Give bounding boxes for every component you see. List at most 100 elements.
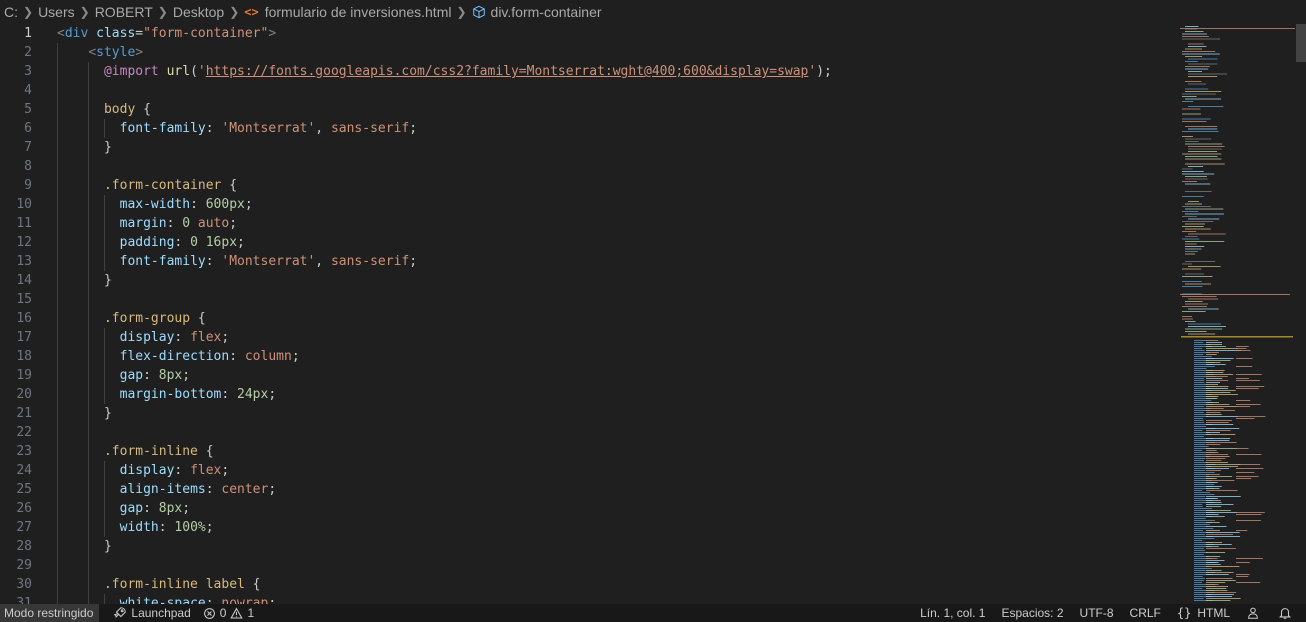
minimap[interactable]	[1176, 24, 1296, 604]
code-line[interactable]: width: 100%;	[57, 518, 214, 537]
breadcrumb-file[interactable]: formulario de inversiones.html	[265, 4, 452, 20]
minimap-line	[1206, 596, 1232, 597]
language-mode-item[interactable]: {} HTML	[1169, 604, 1238, 622]
code-line[interactable]: .form-container {	[57, 176, 237, 195]
code-line[interactable]: flex-direction: column;	[57, 347, 300, 366]
person-feedback-icon	[1248, 607, 1258, 619]
eol-item[interactable]: CRLF	[1122, 604, 1169, 622]
code-token: center	[221, 482, 269, 497]
minimap-line	[1185, 203, 1202, 205]
minimap-line	[1206, 340, 1219, 341]
minimap-line	[1182, 53, 1220, 55]
code-token: .form-container	[103, 178, 222, 193]
code-line[interactable]: }	[57, 404, 112, 423]
minimap-line	[1236, 348, 1247, 349]
code-line[interactable]: margin-bottom: 24px;	[57, 385, 277, 404]
minimap-line	[1206, 546, 1219, 547]
minimap-line	[1206, 414, 1222, 415]
code-token: ;	[409, 254, 418, 269]
indent-guide	[104, 195, 105, 271]
code-line[interactable]: .form-group {	[57, 309, 206, 328]
code-line[interactable]: }	[57, 537, 112, 556]
code-line[interactable]: max-width: 600px;	[57, 195, 253, 214]
minimap-line	[1185, 251, 1198, 252]
code-line[interactable]: display: flex;	[57, 328, 230, 347]
code-token: ;	[221, 330, 230, 345]
code-line[interactable]: <style>	[57, 43, 143, 62]
minimap-line	[1182, 231, 1197, 232]
minimap-line	[1194, 400, 1212, 401]
breadcrumb-symbol[interactable]: div.form-container	[491, 4, 602, 20]
breadcrumb-drive[interactable]: C:	[4, 4, 18, 20]
minimap-line	[1194, 406, 1205, 407]
code-line[interactable]: body {	[57, 100, 151, 119]
minimap-line	[1188, 166, 1204, 167]
minimap-line	[1206, 342, 1222, 343]
minimap-line	[1185, 48, 1202, 50]
minimap-line	[1236, 388, 1259, 389]
minimap-line	[1185, 236, 1198, 237]
minimap-line	[1236, 358, 1253, 359]
code-token: :	[158, 520, 175, 535]
code-token: ;	[237, 235, 245, 250]
scroll-thumb[interactable]	[1296, 24, 1306, 62]
code-line[interactable]: }	[57, 271, 112, 290]
code-line[interactable]: padding: 0 16px;	[57, 233, 245, 252]
code-token: (	[190, 64, 198, 79]
line-number: 27	[16, 520, 32, 535]
minimap-line	[1206, 450, 1217, 451]
code-line[interactable]: <div class="form-container">	[57, 24, 276, 43]
minimap-line	[1182, 221, 1214, 222]
code-line[interactable]: gap: 8px;	[57, 499, 190, 518]
code-editor[interactable]: 1 2 3 4 5 6 7 8 9 10 11 12 13 14 15 16 17 18 19 20 21 22 23 24 2…	[0, 24, 1306, 604]
code-token: 100%	[174, 520, 206, 535]
minimap-line	[1206, 442, 1237, 443]
breadcrumb-desktop[interactable]: Desktop	[173, 4, 224, 20]
minimap-line	[1194, 436, 1204, 437]
code-line[interactable]: font-family: 'Montserrat', sans-serif;	[57, 119, 417, 138]
code-token: >	[135, 45, 144, 60]
line-number: 29	[16, 558, 32, 573]
code-line[interactable]: white-space: nowrap;	[57, 594, 277, 604]
code-line[interactable]: margin: 0 auto;	[57, 214, 237, 233]
breadcrumb-robert[interactable]: ROBERT	[95, 4, 153, 20]
cursor-position-item[interactable]: Lín. 1, col. 1	[912, 604, 993, 622]
minimap-line	[1206, 598, 1241, 599]
line-number: 24	[16, 463, 32, 478]
minimap-line	[1206, 480, 1235, 481]
minimap-line	[1194, 342, 1204, 343]
code-token: 8px	[158, 368, 183, 383]
code-line[interactable]: .form-inline {	[57, 442, 214, 461]
problems-item[interactable]: 0 1	[197, 604, 260, 622]
minimap-line	[1194, 548, 1204, 549]
breadcrumb-users[interactable]: Users	[38, 4, 75, 20]
minimap-line	[1206, 430, 1231, 431]
indentation-item[interactable]: Espacios: 2	[993, 604, 1071, 622]
code-line[interactable]: @import url('https://fonts.googleapis.co…	[57, 62, 832, 81]
restricted-mode-item[interactable]: Modo restringido	[0, 604, 100, 622]
minimap-line	[1194, 554, 1204, 555]
code-line[interactable]: gap: 8px;	[57, 366, 190, 385]
minimap-line	[1206, 594, 1234, 595]
notifications-item[interactable]	[1272, 604, 1306, 622]
code-line[interactable]: }	[57, 138, 112, 157]
feedback-item[interactable]	[1238, 604, 1272, 622]
line-number: 15	[16, 292, 32, 307]
code-token: :	[229, 349, 245, 364]
minimap-line	[1206, 514, 1219, 515]
code-line[interactable]: display: flex;	[57, 461, 230, 480]
encoding-item[interactable]: UTF-8	[1072, 604, 1122, 622]
code-line[interactable]: align-items: center;	[57, 480, 277, 499]
minimap-line	[1206, 362, 1221, 363]
code-line[interactable]: font-family: 'Montserrat', sans-serif;	[57, 252, 417, 271]
launchpad-item[interactable]: Launchpad	[107, 604, 196, 622]
minimap-line	[1236, 406, 1251, 407]
line-number: 26	[16, 501, 32, 516]
code-area[interactable]: <div class="form-container"> <style> @im…	[57, 24, 1172, 604]
vertical-scrollbar[interactable]	[1296, 24, 1306, 604]
line-number: 31	[16, 596, 32, 604]
minimap-line	[1206, 448, 1237, 449]
